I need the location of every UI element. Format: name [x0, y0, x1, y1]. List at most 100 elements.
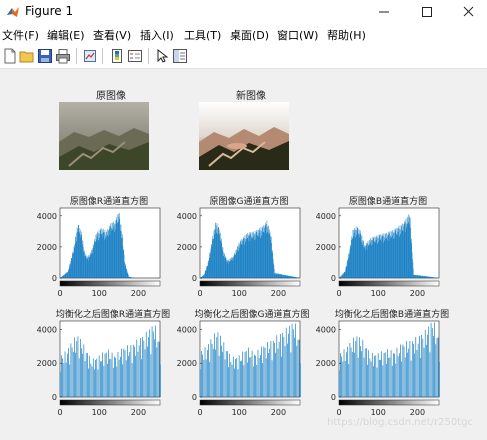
histogram-bar [252, 366, 254, 397]
menu-help[interactable]: 帮助(H) [327, 27, 366, 43]
gray-ramp [199, 280, 301, 287]
histogram-bar [284, 346, 286, 397]
histogram-bar [350, 347, 352, 397]
histogram-bar [383, 352, 385, 397]
histogram-bar [114, 356, 115, 397]
close-button[interactable] [449, 0, 487, 24]
histogram-bar [360, 346, 361, 397]
histogram-bar [128, 355, 129, 397]
y-tick-label: 4000 [37, 325, 57, 334]
histogram-bar [77, 336, 79, 397]
histogram-bar [294, 337, 295, 397]
histogram-bar [116, 366, 118, 397]
minimize-button[interactable] [365, 0, 403, 24]
histogram-bar [297, 339, 299, 397]
histogram-bar [103, 365, 105, 397]
y-tick-label: 2000 [177, 243, 197, 252]
histogram-bar [351, 351, 353, 397]
histogram-bar [371, 352, 373, 397]
y-tick-label: 2000 [37, 359, 57, 368]
histogram-bar [204, 347, 206, 397]
histogram-bar [223, 342, 225, 397]
menu-window[interactable]: 窗口(W) [277, 27, 318, 43]
histogram-bar [290, 352, 292, 397]
histogram-bar [346, 352, 347, 397]
menu-file[interactable]: 文件(F) [2, 27, 39, 43]
histogram-bar [388, 357, 390, 397]
menu-edit[interactable]: 编辑(E) [47, 27, 85, 43]
maximize-button[interactable] [408, 0, 446, 24]
y-tick-label: 4000 [37, 212, 57, 221]
histogram-bar [120, 356, 121, 397]
histogram-bar [348, 363, 350, 397]
insert-legend-icon[interactable] [127, 48, 143, 64]
histogram-bar [221, 345, 222, 397]
histogram-bar [111, 352, 113, 397]
histogram-bar [155, 325, 156, 397]
histogram-bar [409, 341, 411, 397]
histogram-bar [341, 356, 342, 397]
menu-insert[interactable]: 插入(I) [140, 27, 174, 43]
histogram-bar [87, 353, 88, 397]
histogram-bar [283, 336, 285, 397]
menu-desktop[interactable]: 桌面(D) [230, 27, 269, 43]
link-plot-icon[interactable] [82, 48, 98, 64]
histogram-bar [377, 353, 379, 397]
histogram-bar [281, 356, 282, 397]
histogram-bar [121, 348, 122, 397]
histogram-bar [413, 343, 414, 397]
histogram-bar [433, 336, 434, 397]
histogram-bar [158, 341, 160, 397]
histogram-bar [76, 341, 78, 397]
histogram-bar [362, 340, 364, 397]
histogram-bar [123, 348, 125, 397]
histogram-bar [342, 361, 344, 397]
edit-plot-arrow-icon[interactable] [154, 48, 170, 64]
histogram-bar [124, 350, 126, 397]
print-icon[interactable] [55, 48, 71, 64]
histogram-bar [143, 340, 145, 397]
gray-ramp [59, 280, 161, 287]
histogram-bar [234, 368, 235, 397]
histogram-bar [272, 340, 274, 397]
histogram-bar [339, 370, 340, 397]
insert-colorbar-icon[interactable] [109, 48, 125, 64]
histogram-bar [229, 353, 231, 397]
histogram-bar [104, 353, 106, 397]
histogram-bar [280, 333, 281, 397]
histogram-bar [260, 355, 261, 397]
histogram-bar [217, 332, 219, 397]
new-figure-icon[interactable] [2, 48, 18, 64]
open-file-icon[interactable] [19, 48, 35, 64]
histogram-bar [201, 351, 202, 397]
histogram-bar [105, 352, 107, 397]
histogram-bar [231, 364, 233, 397]
histogram-bar [145, 331, 147, 397]
histogram-bar [267, 342, 268, 397]
histogram-bar [147, 346, 148, 397]
histogram-bar [296, 345, 298, 397]
histogram-plots: 4000200000 100 200 4000200000 100 200 4000 2000… [37, 207, 440, 417]
toolbar-separator [148, 48, 149, 64]
histogram-bar [62, 358, 63, 397]
maximize-icon [422, 7, 432, 17]
histogram-bar [354, 352, 355, 397]
toolbar-separator [76, 48, 77, 64]
histogram-bar [250, 357, 252, 397]
histogram-2: 4000 2000 00 100 200 [316, 207, 440, 298]
histogram-bar [257, 349, 259, 397]
histogram-5: 4000 2000 00 100 200 [316, 320, 440, 417]
histogram-bar [359, 337, 360, 397]
histogram-bar [288, 333, 289, 397]
property-inspector-icon[interactable] [172, 48, 188, 64]
histogram-bar [135, 355, 136, 397]
histogram-bar [222, 351, 223, 397]
menu-view[interactable]: 查看(V) [93, 27, 131, 43]
histogram-bar [130, 345, 132, 397]
save-icon[interactable] [37, 48, 53, 64]
x-tick-label: 100 [92, 408, 107, 417]
histogram-bar [264, 347, 266, 397]
histogram-bar [156, 347, 158, 397]
menu-tools[interactable]: 工具(T) [184, 27, 221, 43]
y-tick-label: 0 [192, 274, 197, 283]
